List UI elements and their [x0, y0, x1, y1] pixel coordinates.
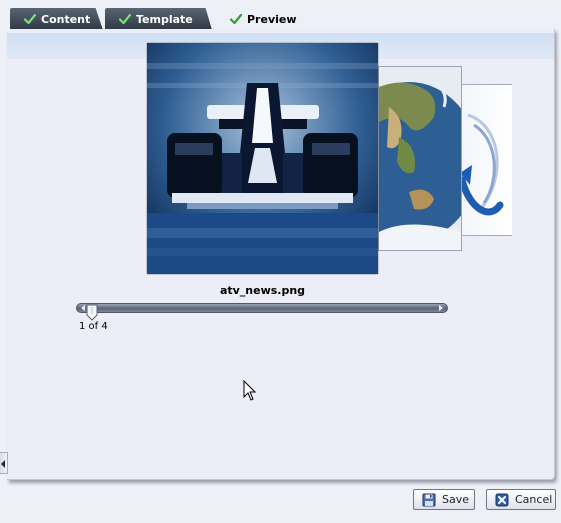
checkmark-icon — [230, 13, 242, 25]
carousel-slider-track[interactable] — [76, 303, 448, 313]
cancel-button-label: Cancel — [515, 493, 553, 506]
tab-preview[interactable]: Preview — [220, 8, 310, 30]
wizard-tabs: Content Template Preview — [10, 8, 550, 30]
current-image-filename: atv_news.png — [219, 284, 306, 297]
checkmark-icon — [119, 13, 131, 25]
carousel-current-image[interactable] — [147, 43, 378, 274]
slider-position-text: 1 of 4 — [79, 321, 108, 332]
slider-left-arrow-icon[interactable] — [81, 305, 85, 311]
tab-content-label: Content — [41, 12, 91, 26]
race-car-image — [147, 43, 378, 274]
carousel-next-image[interactable] — [378, 66, 462, 251]
refresh-arrow-graphic — [458, 113, 504, 216]
save-disk-icon — [422, 493, 436, 506]
save-button[interactable]: Save — [413, 489, 475, 510]
tab-template-label: Template — [136, 12, 193, 26]
earth-map-image — [379, 67, 461, 250]
mouse-pointer-icon — [243, 380, 256, 401]
carousel-next-next-image[interactable] — [458, 84, 512, 236]
tab-preview-label: Preview — [247, 12, 297, 26]
cancel-button[interactable]: Cancel — [486, 489, 556, 510]
tab-content[interactable]: Content — [10, 8, 103, 30]
collapse-left-arrow-icon — [1, 460, 5, 468]
close-icon — [495, 493, 509, 506]
preview-panel: atv_news.png 1 of 4 — [7, 29, 555, 480]
save-button-label: Save — [442, 493, 470, 506]
panel-collapse-handle[interactable] — [0, 452, 8, 474]
tab-template[interactable]: Template — [105, 8, 212, 30]
slider-right-arrow-icon[interactable] — [439, 305, 443, 311]
checkmark-icon — [24, 13, 36, 25]
slider-thumb[interactable] — [86, 304, 98, 321]
